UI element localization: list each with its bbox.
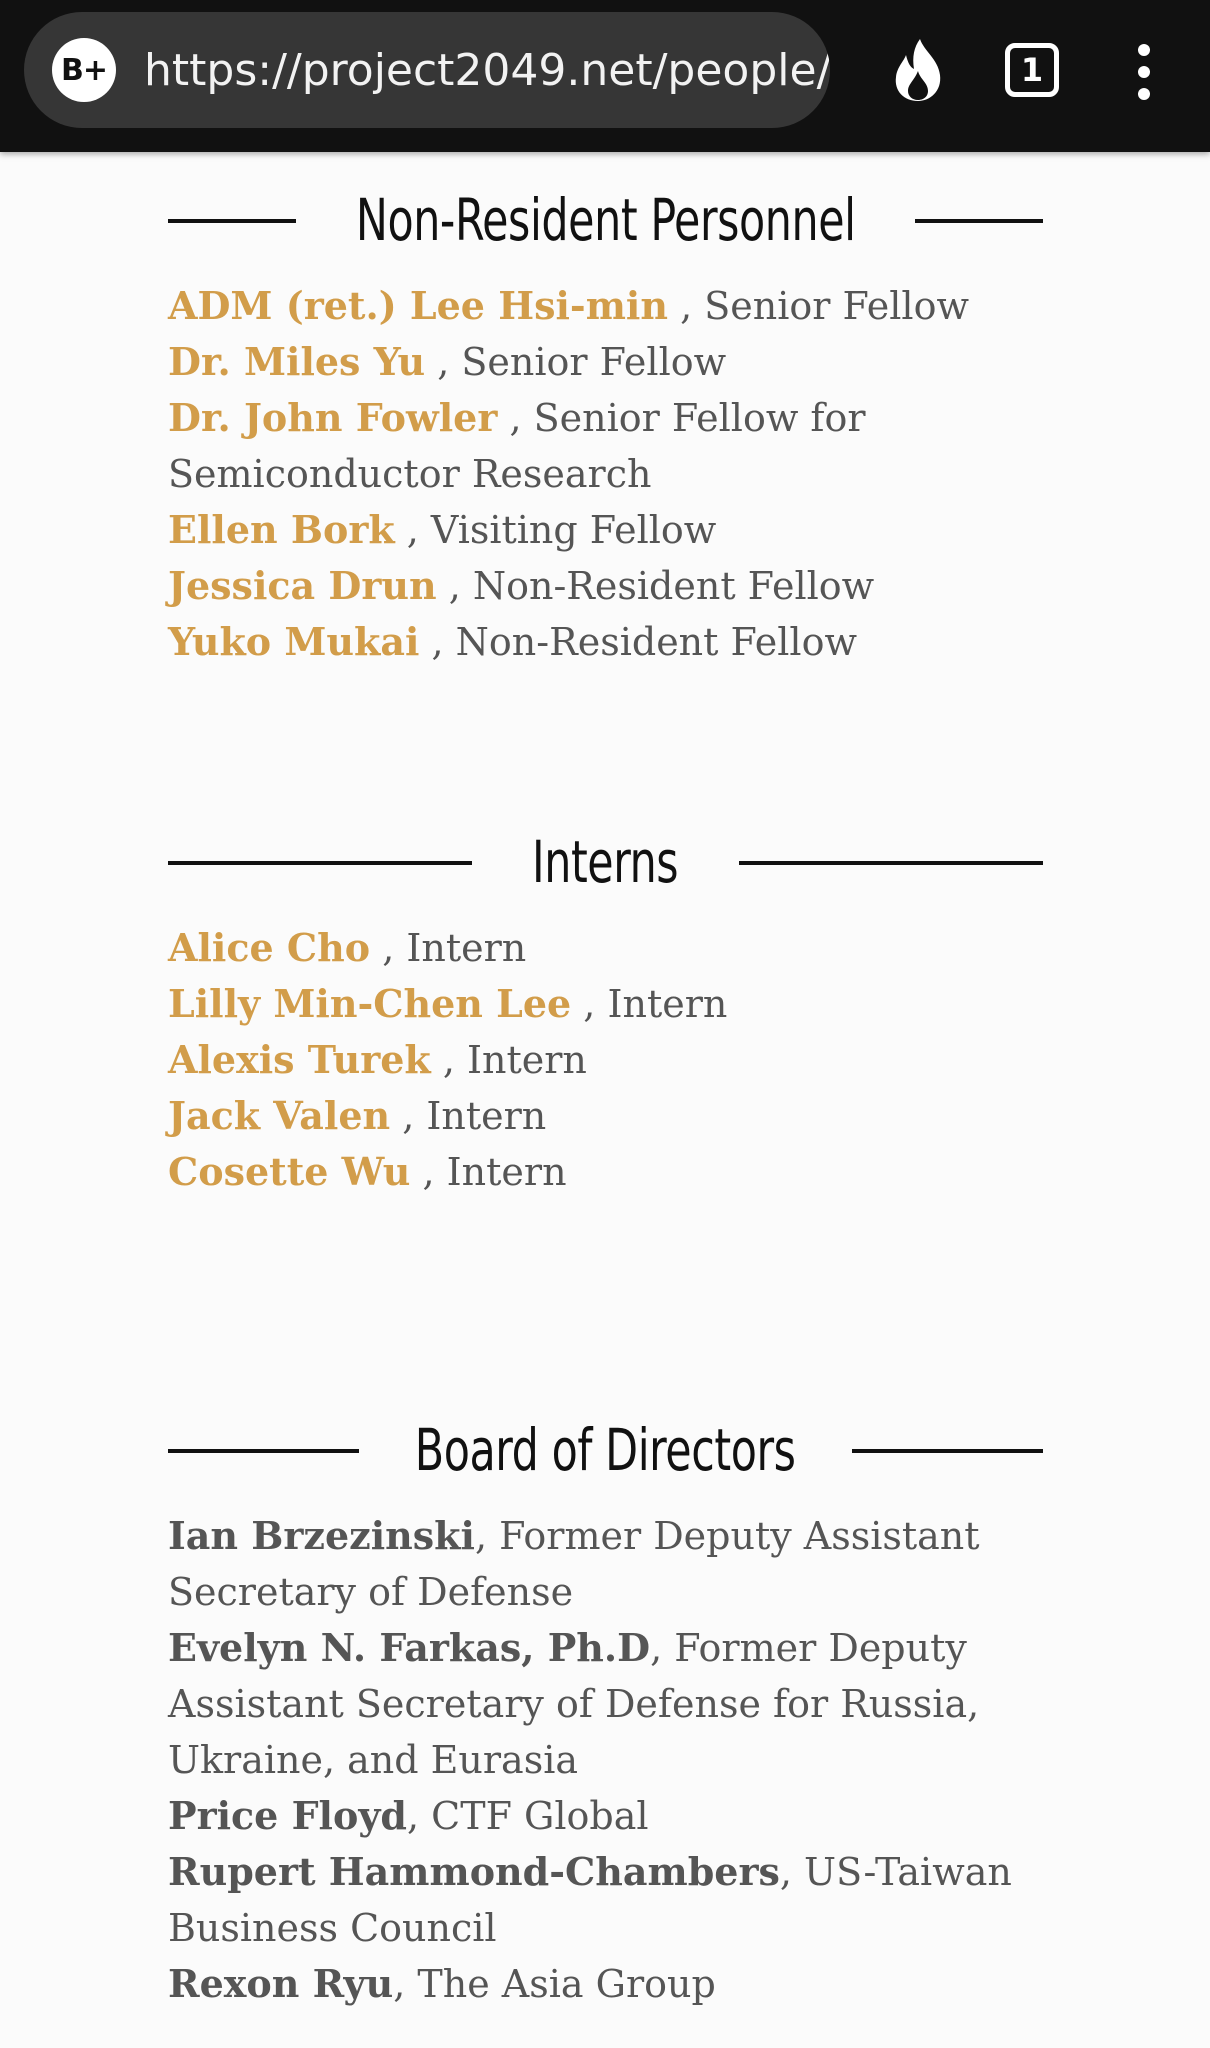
browser-toolbar: B+ https://project2049.net/people/ 1 [0, 0, 1210, 152]
person-link[interactable]: Alexis Turek [168, 1037, 431, 1082]
person-role: , Senior Fellow [667, 284, 969, 328]
heading-rule-right [852, 1449, 1043, 1453]
heading-rule-left [168, 861, 472, 865]
section-title: Non-Resident Personnel [337, 186, 874, 254]
person-role: , Intern [370, 926, 527, 970]
list-item: Price Floyd, CTF Global [168, 1788, 1043, 1844]
director-name: Evelyn N. Farkas, Ph.D [168, 1625, 651, 1670]
person-role: , Senior Fellow [425, 340, 727, 384]
list-item: Jack Valen , Intern [168, 1088, 1043, 1144]
person-link[interactable]: Dr. John Fowler [168, 395, 497, 440]
heading-rule-right [739, 861, 1043, 865]
director-name: Ian Brzezinski [168, 1513, 475, 1558]
person-link[interactable]: Jessica Drun [168, 563, 437, 608]
site-security-icon[interactable]: B+ [52, 38, 116, 102]
address-bar[interactable]: B+ https://project2049.net/people/ [24, 12, 830, 128]
section-heading-row: Board of Directors [168, 1410, 1043, 1490]
list-item: Rupert Hammond-Chambers, US-Taiwan Busin… [168, 1844, 1043, 1956]
personnel-list: ADM (ret.) Lee Hsi-min , Senior Fellow D… [168, 278, 1043, 670]
list-item: ADM (ret.) Lee Hsi-min , Senior Fellow [168, 278, 1043, 334]
person-role: , Visiting Fellow [394, 508, 717, 552]
tab-switcher-button[interactable]: 1 [996, 30, 1068, 110]
interns-list: Alice Cho , Intern Lilly Min-Chen Lee , … [168, 920, 1043, 1200]
list-item: Yuko Mukai , Non-Resident Fellow [168, 614, 1043, 670]
heading-rule-right [915, 219, 1043, 223]
list-item: Dr. Miles Yu , Senior Fellow [168, 334, 1043, 390]
list-item: Lilly Min-Chen Lee , Intern [168, 976, 1043, 1032]
person-role: , Non-Resident Fellow [419, 620, 857, 664]
list-item: Dr. John Fowler , Senior Fellow for Semi… [168, 390, 1043, 502]
director-role: , CTF Global [406, 1794, 649, 1838]
person-link[interactable]: ADM (ret.) Lee Hsi-min [168, 283, 668, 328]
board-list: Ian Brzezinski, Former Deputy Assistant … [168, 1508, 1043, 2012]
list-item: Jessica Drun , Non-Resident Fellow [168, 558, 1043, 614]
section-title: Board of Directors [397, 1416, 814, 1484]
section-heading-row: Interns [168, 822, 1043, 902]
director-name: Rupert Hammond-Chambers [168, 1849, 780, 1894]
list-item: Ellen Bork , Visiting Fellow [168, 502, 1043, 558]
person-role: , Intern [571, 982, 728, 1026]
interns-section: Interns Alice Cho , Intern Lilly Min-Che… [168, 822, 1043, 1200]
director-role: , The Asia Group [393, 1962, 716, 2006]
person-link[interactable]: Ellen Bork [168, 507, 395, 552]
person-role: , Intern [430, 1038, 587, 1082]
board-section: Board of Directors Ian Brzezinski, Forme… [168, 1410, 1043, 2012]
tab-count: 1 [1005, 43, 1059, 97]
heading-rule-left [168, 1449, 359, 1453]
list-item: Cosette Wu , Intern [168, 1144, 1043, 1200]
url-text[interactable]: https://project2049.net/people/ [144, 45, 830, 96]
list-item: Alexis Turek , Intern [168, 1032, 1043, 1088]
person-link[interactable]: Alice Cho [168, 925, 370, 970]
person-link[interactable]: Jack Valen [168, 1093, 390, 1138]
person-link[interactable]: Cosette Wu [168, 1149, 410, 1194]
list-item: Ian Brzezinski, Former Deputy Assistant … [168, 1508, 1043, 1620]
list-item: Rexon Ryu, The Asia Group [168, 1956, 1043, 2012]
list-item: Alice Cho , Intern [168, 920, 1043, 976]
list-item: Evelyn N. Farkas, Ph.D, Former Deputy As… [168, 1620, 1043, 1788]
heading-rule-left [168, 219, 296, 223]
person-link[interactable]: Lilly Min-Chen Lee [168, 981, 571, 1026]
person-link[interactable]: Dr. Miles Yu [168, 339, 425, 384]
section-heading-row: Non-Resident Personnel [168, 180, 1043, 260]
person-link[interactable]: Yuko Mukai [168, 619, 419, 664]
person-role: , Intern [390, 1094, 547, 1138]
section-title: Interns [514, 828, 697, 896]
fire-icon[interactable] [882, 30, 954, 110]
director-name: Price Floyd [168, 1793, 407, 1838]
non-resident-section: Non-Resident Personnel ADM (ret.) Lee Hs… [168, 180, 1043, 670]
person-role: , Intern [410, 1150, 567, 1194]
director-name: Rexon Ryu [168, 1961, 394, 2006]
person-role: , Non-Resident Fellow [436, 564, 875, 608]
more-options-icon[interactable] [1118, 44, 1170, 100]
